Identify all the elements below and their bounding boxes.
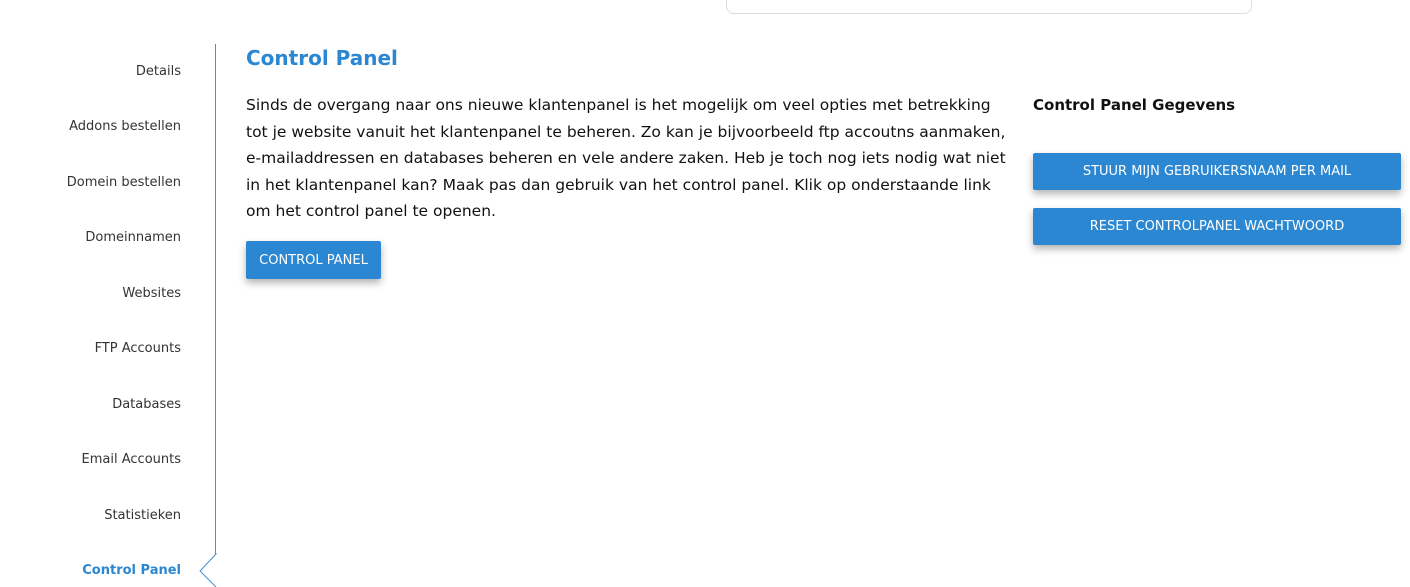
send-username-button[interactable]: STUUR MIJN GEBRUIKERSNAAM PER MAIL (1033, 153, 1401, 190)
sidebar-item-control-panel[interactable]: Control Panel (82, 563, 181, 578)
sidebar-item-ftp[interactable]: FTP Accounts (95, 341, 181, 356)
sidebar-item-details[interactable]: Details (136, 64, 181, 79)
details-title: Control Panel Gegevens (1033, 96, 1236, 114)
sidebar: Details Addons bestellen Domein bestelle… (0, 44, 215, 586)
sidebar-item-addons[interactable]: Addons bestellen (69, 119, 181, 134)
sidebar-item-domeinnamen[interactable]: Domeinnamen (85, 230, 181, 245)
description: Sinds de overgang naar ons nieuwe klante… (246, 96, 1006, 220)
reset-password-button[interactable]: RESET CONTROLPANEL WACHTWOORD (1033, 208, 1401, 245)
control-panel-button[interactable]: CONTROL PANEL (246, 241, 381, 279)
sidebar-item-websites[interactable]: Websites (122, 286, 181, 301)
sidebar-divider (215, 44, 216, 554)
sidebar-item-statistieken[interactable]: Statistieken (104, 508, 181, 523)
sidebar-item-databases[interactable]: Databases (112, 397, 181, 412)
top-panel (726, 0, 1252, 14)
active-indicator (199, 553, 217, 587)
sidebar-item-email[interactable]: Email Accounts (82, 452, 181, 467)
page-title: Control Panel (246, 46, 398, 70)
sidebar-item-domein-bestellen[interactable]: Domein bestellen (67, 175, 181, 190)
